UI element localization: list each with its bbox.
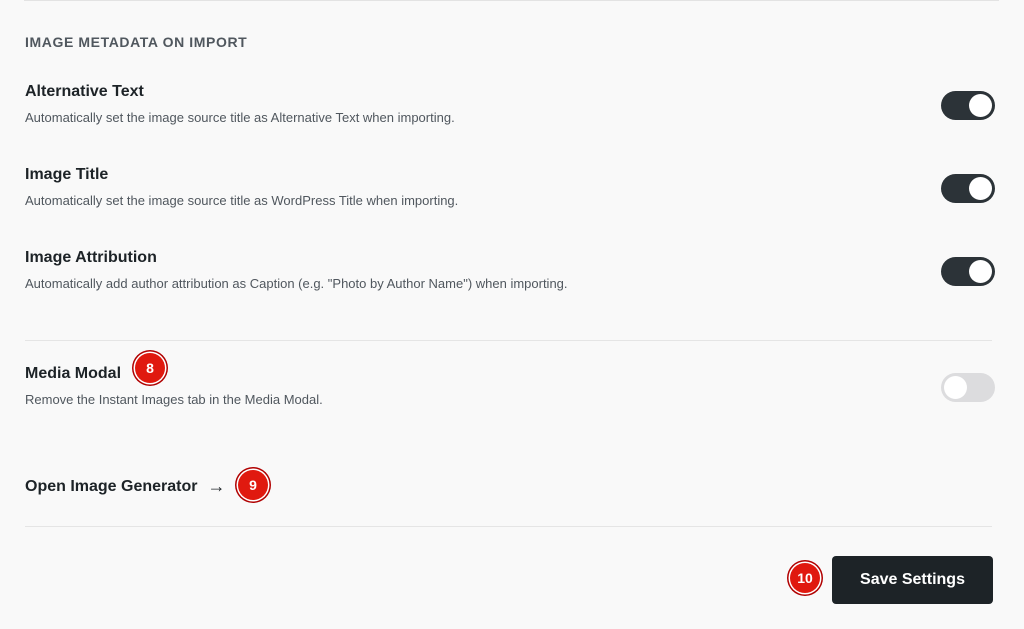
setting-media-modal: Media Modal Remove the Instant Images ta… bbox=[25, 364, 995, 408]
toggle-knob bbox=[944, 376, 967, 399]
callout-badge-9: 9 bbox=[238, 470, 268, 500]
top-divider bbox=[24, 0, 999, 1]
arrow-right-icon: → bbox=[207, 476, 226, 496]
setting-description: Remove the Instant Images tab in the Med… bbox=[25, 392, 323, 407]
toggle-knob bbox=[969, 177, 992, 200]
setting-image-attribution: Image Attribution Automatically add auth… bbox=[25, 248, 995, 292]
media-modal-toggle[interactable] bbox=[941, 373, 995, 402]
image-title-toggle[interactable] bbox=[941, 174, 995, 203]
open-image-generator-link[interactable]: Open Image Generator → bbox=[25, 476, 226, 497]
setting-title: Image Attribution bbox=[25, 249, 157, 266]
setting-title: Alternative Text bbox=[25, 83, 144, 100]
setting-description: Automatically add author attribution as … bbox=[25, 276, 568, 291]
setting-alternative-text: Alternative Text Automatically set the i… bbox=[25, 82, 995, 126]
callout-badge-8: 8 bbox=[135, 353, 165, 383]
setting-title: Media Modal bbox=[25, 365, 122, 382]
section-heading: IMAGE METADATA ON IMPORT bbox=[25, 34, 248, 50]
section-divider bbox=[25, 340, 992, 341]
setting-image-title: Image Title Automatically set the image … bbox=[25, 165, 995, 209]
image-attribution-toggle[interactable] bbox=[941, 257, 995, 286]
save-settings-button[interactable]: Save Settings bbox=[832, 556, 993, 604]
toggle-knob bbox=[969, 260, 992, 283]
setting-description: Automatically set the image source title… bbox=[25, 193, 459, 208]
setting-title: Image Title bbox=[25, 166, 109, 183]
alternative-text-toggle[interactable] bbox=[941, 91, 995, 120]
toggle-knob bbox=[969, 94, 992, 117]
link-label: Open Image Generator bbox=[25, 477, 198, 495]
footer-divider bbox=[25, 526, 992, 527]
callout-badge-10: 10 bbox=[790, 563, 820, 593]
setting-description: Automatically set the image source title… bbox=[25, 110, 455, 125]
